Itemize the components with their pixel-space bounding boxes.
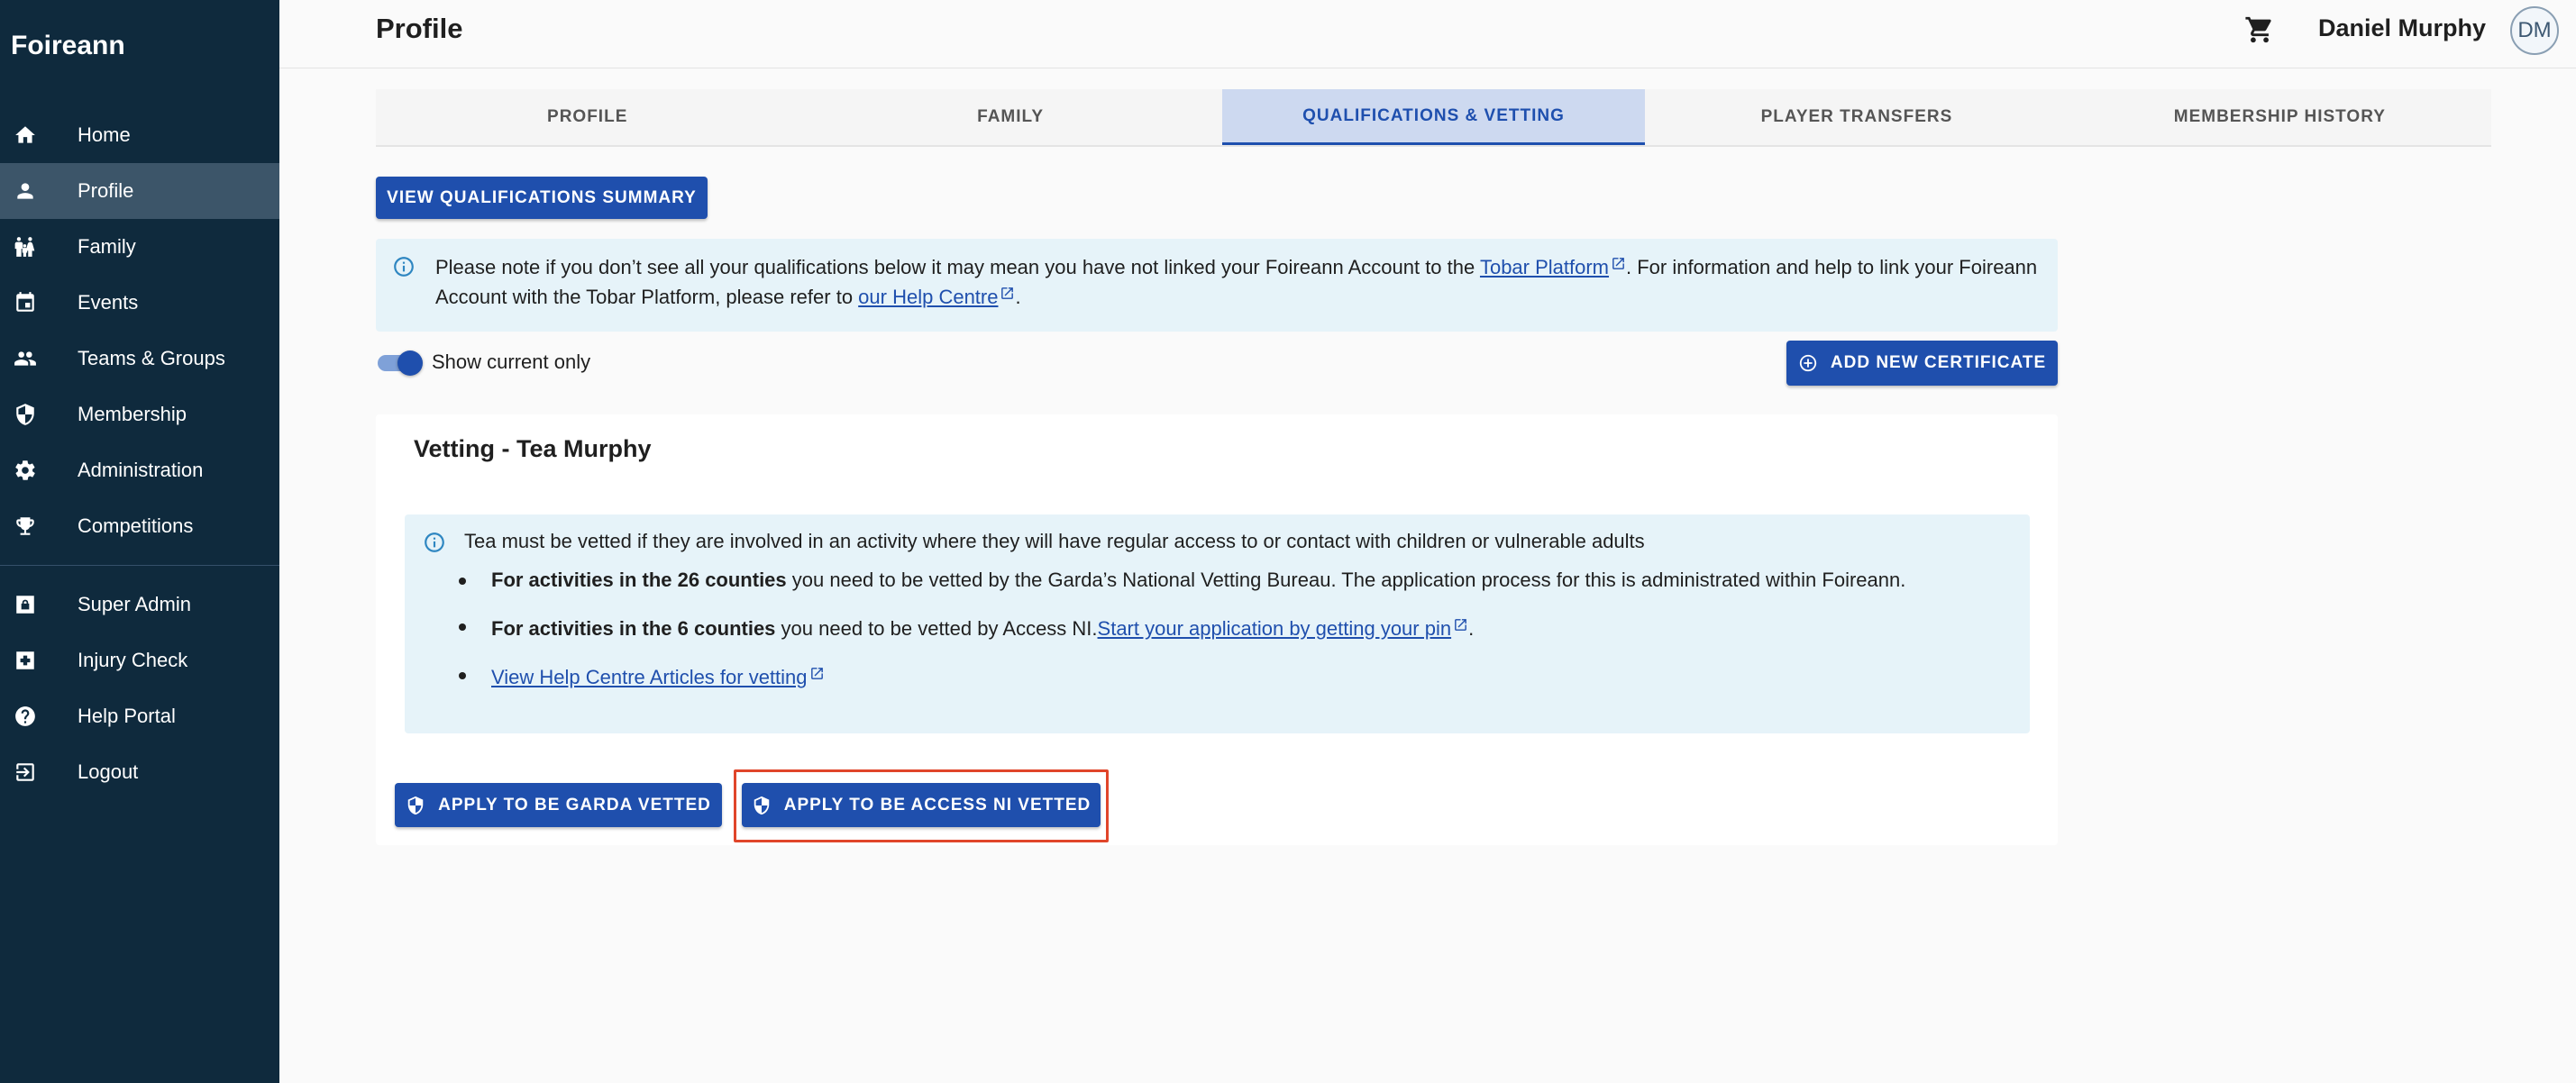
external-link-icon [1611,251,1626,269]
tab-player-transfers[interactable]: PLAYER TRANSFERS [1645,89,2068,145]
gear-icon [13,458,38,483]
bullet [459,578,466,585]
info-icon [423,531,446,554]
vetting-requirements-list: For activities in the 26 counties you ne… [459,567,1991,710]
tobar-platform-link[interactable]: Tobar Platform [1480,256,1609,278]
sidebar-divider [0,565,279,566]
home-icon [13,123,38,148]
family-icon [13,234,38,259]
vetting-item-text: you need to be vetted by Access NI. [775,617,1098,640]
sidebar-item-family[interactable]: Family [0,219,279,275]
toggle-knob [397,350,423,376]
admin-icon [13,592,38,617]
sidebar-item-super-admin[interactable]: Super Admin [0,577,279,633]
tab-profile[interactable]: PROFILE [376,89,799,145]
sidebar: Foireann Home Profile Family Events Team… [0,0,279,1083]
list-item: For activities in the 6 counties you nee… [459,613,1991,642]
cart-icon[interactable] [2244,14,2275,45]
tab-family[interactable]: FAMILY [799,89,1221,145]
vetting-card: Vetting - Tea Murphy Tea must be vetted … [376,414,2058,845]
sidebar-item-label: Family [78,235,136,258]
add-new-certificate-button[interactable]: ADD NEW CERTIFICATE [1786,341,2058,386]
apply-garda-vetted-button[interactable]: APPLY TO BE GARDA VETTED [395,783,722,827]
sidebar-item-label: Administration [78,459,204,481]
show-current-only-label: Show current only [432,350,591,373]
notice-text: . [1015,286,1021,308]
sidebar-item-events[interactable]: Events [0,275,279,331]
add-circle-icon [1798,353,1818,373]
show-current-only-toggle[interactable] [376,349,423,376]
sidebar-item-teams-groups[interactable]: Teams & Groups [0,331,279,387]
qualifications-info-text: Please note if you don’t see all your qu… [435,251,2040,311]
sidebar-item-label: Super Admin [78,593,191,615]
user-name[interactable]: Daniel Murphy [2318,14,2486,42]
bullet [459,672,466,679]
vetting-item-bold: For activities in the 6 counties [491,617,776,640]
sidebar-item-membership[interactable]: Membership [0,387,279,442]
sidebar-item-competitions[interactable]: Competitions [0,498,279,554]
vetting-intro: Tea must be vetted if they are involved … [464,530,1645,552]
help-centre-link[interactable]: our Help Centre [858,286,998,308]
tab-membership-history[interactable]: MEMBERSHIP HISTORY [2069,89,2491,145]
external-link-icon [809,661,825,679]
profile-tabs: PROFILE FAMILY QUALIFICATIONS & VETTING … [376,89,2491,147]
sidebar-nav: Home Profile Family Events Teams & Group… [0,107,279,800]
vetting-item-text: you need to be vetted by the Garda’s Nat… [786,569,1906,591]
access-ni-pin-link[interactable]: Start your application by getting your p… [1098,617,1452,640]
trophy-icon [13,514,38,539]
sidebar-item-label: Membership [78,403,187,425]
list-item: For activities in the 26 counties you ne… [459,567,1991,594]
top-header: Profile Daniel Murphy DM [279,0,2576,68]
apply-access-ni-vetted-label: APPLY TO BE ACCESS NI VETTED [783,795,1092,815]
sidebar-item-label: Profile [78,179,134,202]
avatar[interactable]: DM [2510,6,2559,55]
calendar-icon [13,290,38,315]
qualifications-info-notice: Please note if you don’t see all your qu… [376,239,2058,332]
vetting-info-notice: Tea must be vetted if they are involved … [405,514,2030,733]
sidebar-item-profile[interactable]: Profile [0,163,279,219]
sidebar-item-administration[interactable]: Administration [0,442,279,498]
sidebar-item-label: Teams & Groups [78,347,225,369]
sidebar-item-help-portal[interactable]: Help Portal [0,688,279,744]
shield-icon [406,796,425,815]
apply-access-ni-vetted-button[interactable]: APPLY TO BE ACCESS NI VETTED [742,783,1101,827]
page-title: Profile [376,13,463,44]
sidebar-item-label: Events [78,291,139,314]
help-icon [13,704,38,729]
sidebar-item-logout[interactable]: Logout [0,744,279,800]
external-link-icon [1000,281,1015,299]
sidebar-item-label: Help Portal [78,705,176,727]
external-link-icon [1453,613,1468,631]
sidebar-item-label: Competitions [78,514,194,537]
notice-text: Please note if you don’t see all your qu… [435,256,1480,278]
apply-garda-vetted-label: APPLY TO BE GARDA VETTED [438,795,711,815]
group-icon [13,346,38,371]
view-qualifications-summary-button[interactable]: VIEW QUALIFICATIONS SUMMARY [376,177,708,219]
sidebar-item-injury-check[interactable]: Injury Check [0,633,279,688]
vetting-help-articles-link[interactable]: View Help Centre Articles for vetting [491,666,808,688]
bullet [459,623,466,631]
brand-logo[interactable]: Foireann [11,31,125,61]
vetting-item-bold: For activities in the 26 counties [491,569,787,591]
sidebar-item-label: Home [78,123,131,146]
info-icon [392,255,416,278]
medical-icon [13,648,38,673]
sidebar-item-label: Logout [78,760,139,783]
shield-icon [13,402,38,427]
list-item: View Help Centre Articles for vetting [459,661,1991,691]
person-icon [13,178,38,204]
sidebar-item-home[interactable]: Home [0,107,279,163]
vetting-title: Vetting - Tea Murphy [414,435,652,462]
shield-icon [752,796,772,815]
logout-icon [13,760,38,785]
add-new-certificate-label: ADD NEW CERTIFICATE [1830,353,2047,372]
tab-qualifications-vetting[interactable]: QUALIFICATIONS & VETTING [1221,89,1646,145]
vetting-item-text: . [1468,617,1475,640]
sidebar-item-label: Injury Check [78,649,188,671]
